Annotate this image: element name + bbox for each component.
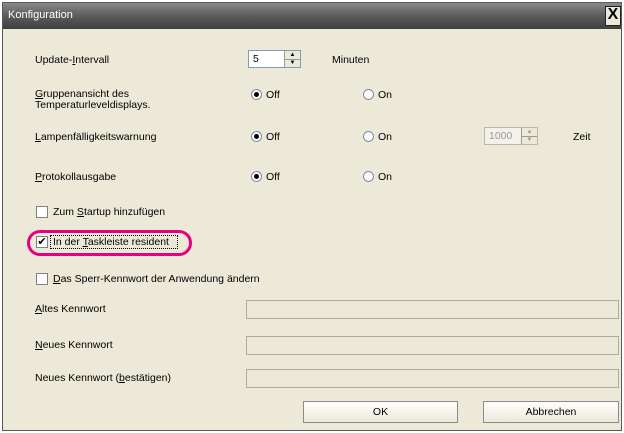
update-interval-unit: Minuten bbox=[332, 54, 370, 66]
title-bar: Konfiguration X bbox=[3, 3, 621, 29]
group-view-label-line2: Temperaturleveldisplays. bbox=[35, 99, 151, 111]
check-mark-icon: ✔ bbox=[37, 236, 47, 248]
lamp-time-label: Zeit bbox=[573, 131, 591, 143]
group-view-off-label[interactable]: Off bbox=[266, 89, 280, 101]
taskbar-label[interactable]: In der Taskleiste resident bbox=[53, 236, 169, 248]
window-title: Konfiguration bbox=[8, 9, 73, 21]
new-password-label: Neues Kennwort bbox=[35, 339, 113, 351]
old-password-field bbox=[246, 300, 619, 319]
ok-button[interactable]: OK bbox=[303, 401, 458, 423]
change-password-checkbox[interactable] bbox=[36, 273, 48, 285]
spinner-arrows[interactable]: ▲ ▼ bbox=[284, 51, 300, 67]
lamp-warning-off-label[interactable]: Off bbox=[266, 131, 280, 143]
confirm-password-field bbox=[246, 369, 619, 388]
taskbar-checkbox[interactable]: ✔ bbox=[36, 236, 48, 248]
log-output-off-radio[interactable] bbox=[251, 171, 262, 182]
close-icon: X bbox=[607, 6, 619, 23]
spinner-arrows: ▲ ▼ bbox=[521, 128, 537, 144]
log-output-label: Protokollausgabe bbox=[35, 171, 117, 183]
lamp-time-value: 1000 bbox=[489, 130, 513, 142]
close-button[interactable]: X bbox=[605, 6, 621, 26]
startup-checkbox[interactable] bbox=[36, 206, 48, 218]
old-password-label: Altes Kennwort bbox=[35, 303, 106, 315]
config-dialog: Konfiguration X Update-Intervall 5 ▲ ▼ M… bbox=[2, 2, 622, 431]
group-view-on-label[interactable]: On bbox=[378, 89, 392, 101]
arrow-down-icon: ▼ bbox=[526, 137, 533, 143]
update-interval-spinner[interactable]: 5 ▲ ▼ bbox=[248, 50, 301, 68]
group-view-on-radio[interactable] bbox=[363, 89, 374, 100]
log-output-on-label[interactable]: On bbox=[378, 171, 392, 183]
new-password-field bbox=[246, 336, 619, 355]
startup-label[interactable]: Zum Startup hinzufügen bbox=[53, 206, 165, 218]
log-output-on-radio[interactable] bbox=[363, 171, 374, 182]
cancel-button[interactable]: Abbrechen bbox=[483, 401, 619, 423]
lamp-time-spinner: 1000 ▲ ▼ bbox=[484, 127, 538, 145]
lamp-warning-label: Lampenfälligkeitswarnung bbox=[35, 131, 157, 143]
group-view-off-radio[interactable] bbox=[251, 89, 262, 100]
lamp-warning-on-radio[interactable] bbox=[363, 131, 374, 142]
confirm-password-label: Neues Kennwort (bestätigen) bbox=[35, 372, 172, 384]
lamp-warning-on-label[interactable]: On bbox=[378, 131, 392, 143]
arrow-down-icon[interactable]: ▼ bbox=[285, 59, 300, 67]
lamp-warning-off-radio[interactable] bbox=[251, 131, 262, 142]
change-password-label[interactable]: Das Sperr-Kennwort der Anwendung ändern bbox=[53, 273, 260, 285]
update-interval-value[interactable]: 5 bbox=[253, 53, 259, 65]
update-interval-label: Update-Intervall bbox=[35, 54, 110, 66]
log-output-off-label[interactable]: Off bbox=[266, 171, 280, 183]
